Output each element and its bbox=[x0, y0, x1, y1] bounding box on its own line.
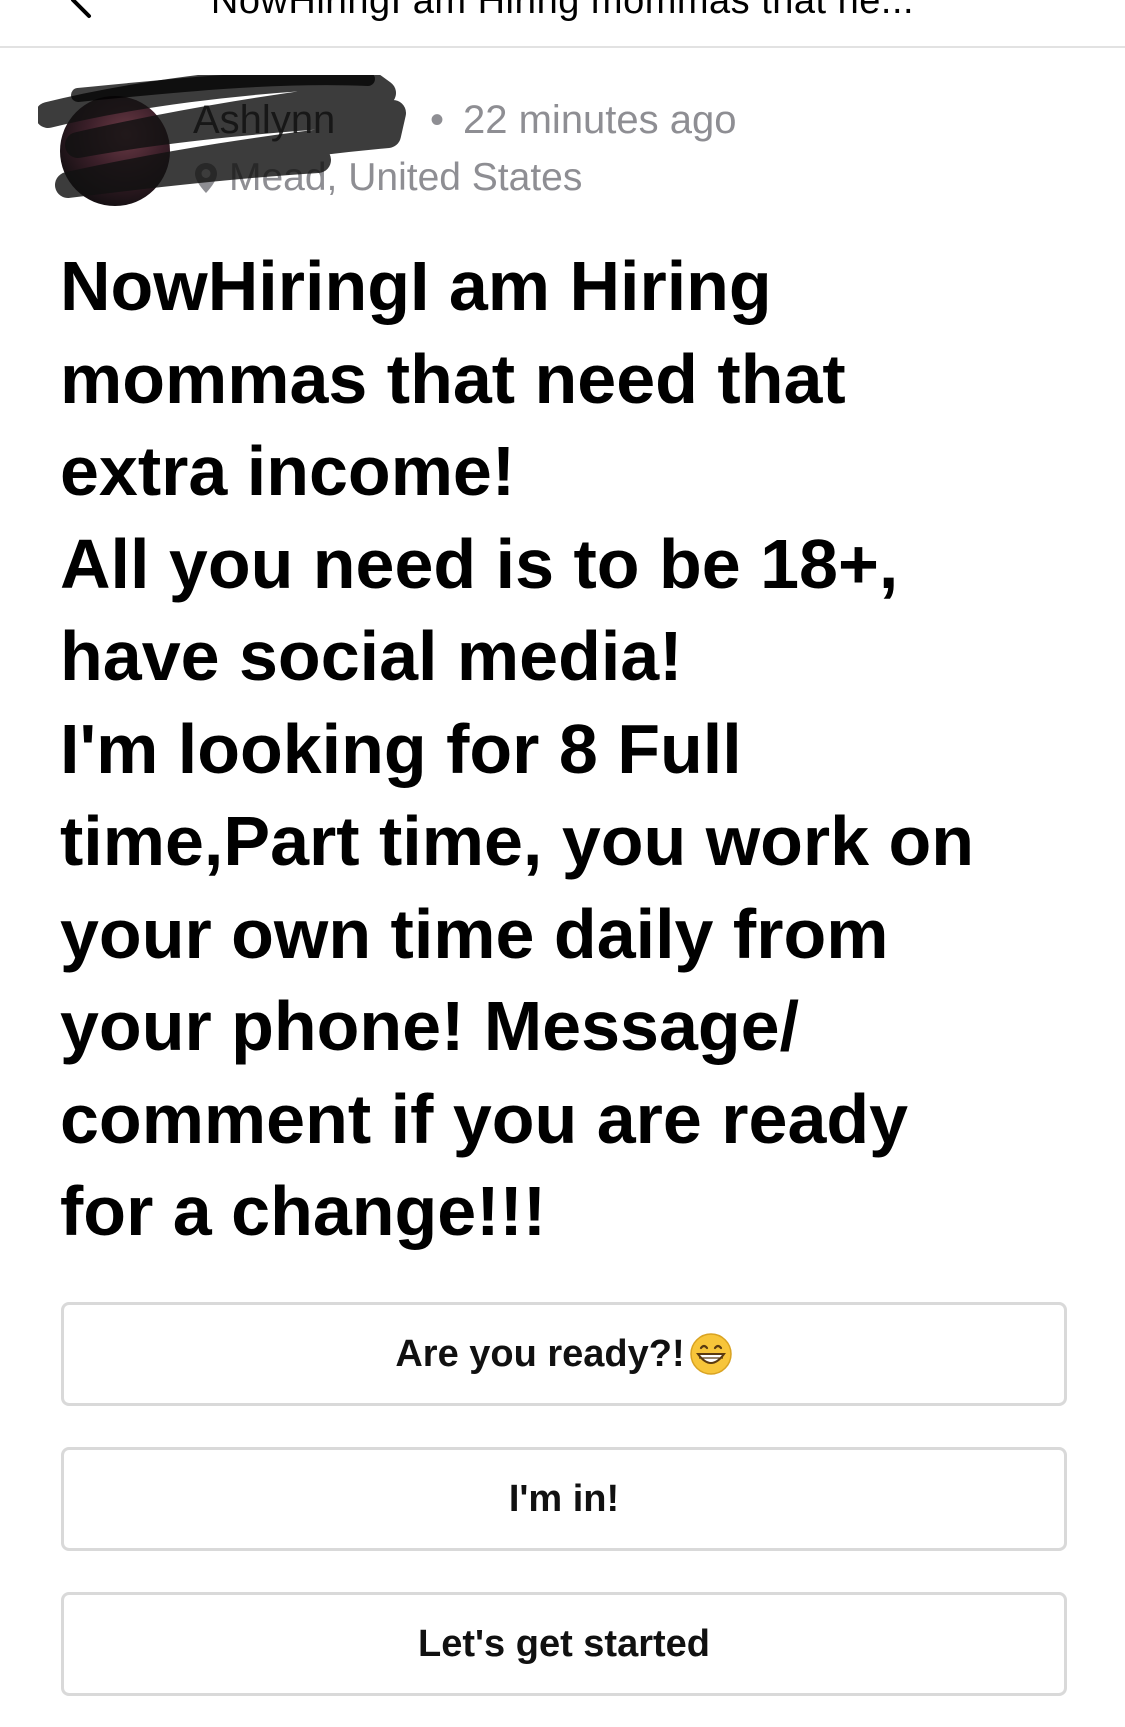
option-button-lets-get-started[interactable]: Let's get started bbox=[61, 1592, 1067, 1696]
author-row: Ashlynn • 22 minutes ago Mead, United St… bbox=[38, 75, 1058, 220]
post-timestamp: 22 minutes ago bbox=[463, 98, 737, 142]
post-body: NowHiringI am Hiring mommas that need th… bbox=[60, 247, 975, 1250]
author-name[interactable]: Ashlynn bbox=[193, 95, 335, 145]
post-page: NowHiringI am Hiring mommas that ne... A… bbox=[0, 0, 1125, 1727]
grinning-face-icon bbox=[689, 1333, 732, 1375]
location-label: Mead, United States bbox=[229, 156, 583, 199]
option-label: I'm in! bbox=[508, 1477, 620, 1520]
option-button-im-in[interactable]: I'm in! bbox=[61, 1447, 1067, 1551]
map-pin-icon bbox=[195, 163, 217, 193]
meta-separator: • bbox=[430, 98, 445, 142]
option-button-are-you-ready[interactable]: Are you ready?! bbox=[61, 1302, 1067, 1406]
option-label: Let's get started bbox=[418, 1622, 710, 1665]
option-label: Are you ready?! bbox=[395, 1332, 685, 1375]
post-location: Mead, United States bbox=[193, 153, 582, 203]
nav-title: NowHiringI am Hiring mommas that ne... bbox=[210, 0, 915, 22]
nav-header: NowHiringI am Hiring mommas that ne... bbox=[0, 0, 1125, 48]
avatar[interactable] bbox=[60, 96, 170, 206]
